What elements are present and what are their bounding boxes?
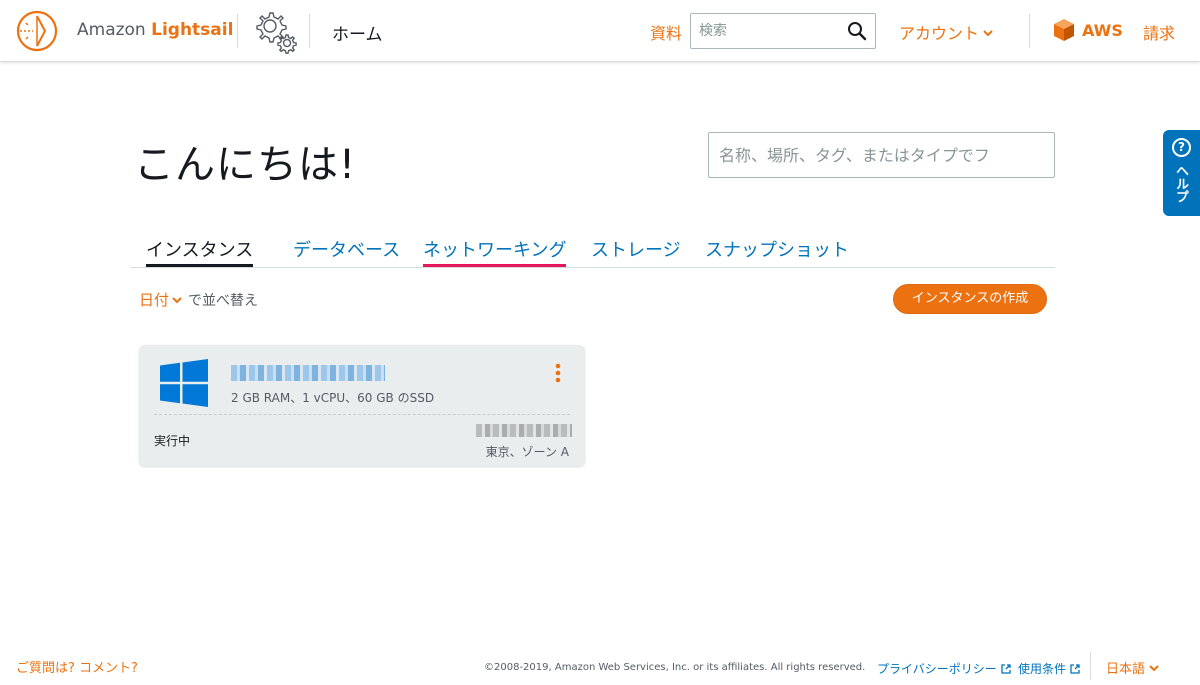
- instance-name-redacted[interactable]: [231, 365, 385, 381]
- brand-product: Lightsail: [151, 20, 234, 40]
- tab-networking[interactable]: ネットワーキング: [423, 236, 567, 267]
- billing-link[interactable]: 請求: [1143, 20, 1175, 44]
- docs-link[interactable]: 資料: [650, 20, 682, 44]
- brand-name[interactable]: Amazon Lightsail: [77, 20, 233, 40]
- aws-console-link[interactable]: AWS: [1052, 18, 1123, 42]
- card-divider: [154, 414, 570, 415]
- aws-label: AWS: [1082, 21, 1123, 40]
- header-search-box: [690, 13, 876, 49]
- chevron-down-icon: [1149, 665, 1159, 672]
- tab-storage[interactable]: ストレージ: [591, 236, 681, 267]
- instance-region: 東京、ゾーン A: [485, 445, 569, 459]
- instance-spec: 2 GB RAM、1 vCPU、60 GB のSSD: [231, 391, 435, 405]
- external-link-icon: [1001, 664, 1011, 674]
- account-menu[interactable]: アカウント: [899, 20, 993, 44]
- instance-card[interactable]: 2 GB RAM、1 vCPU、60 GB のSSD 実行中 東京、ゾーン A: [139, 345, 585, 466]
- brand-prefix: Amazon: [77, 20, 152, 40]
- resource-filter-input[interactable]: [709, 133, 1054, 177]
- top-navigation-bar: Amazon Lightsail ホーム 資料 アカウント AWS 請求: [0, 0, 1200, 62]
- help-panel-tab[interactable]: ? ヘルプ: [1163, 130, 1200, 216]
- divider: [1029, 14, 1030, 48]
- terms-of-use-link[interactable]: 使用条件: [1018, 660, 1080, 677]
- privacy-policy-link[interactable]: プライバシーポリシー: [877, 660, 1011, 677]
- header-search-input[interactable]: [691, 14, 841, 48]
- divider: [237, 14, 238, 48]
- resource-filter-box: [708, 132, 1055, 178]
- tab-databases[interactable]: データベース: [293, 236, 400, 267]
- question-icon: ?: [1172, 138, 1191, 157]
- aws-cube-icon: [1054, 19, 1074, 41]
- create-instance-button[interactable]: インスタンスの作成: [893, 284, 1047, 314]
- feedback-link[interactable]: ご質問は? コメント?: [16, 657, 138, 676]
- instance-status: 実行中: [154, 434, 191, 448]
- page-title: こんにちは!: [134, 142, 357, 188]
- language-label: 日本語: [1106, 662, 1146, 677]
- language-selector[interactable]: 日本語: [1106, 658, 1159, 677]
- chevron-down-icon: [983, 30, 993, 37]
- home-link[interactable]: ホーム: [332, 20, 383, 45]
- terms-label: 使用条件: [1018, 662, 1067, 676]
- footer-divider: [1090, 652, 1091, 680]
- instance-ip-redacted: [476, 424, 572, 437]
- windows-logo-icon: [160, 359, 208, 407]
- sort-key-dropdown[interactable]: 日付: [139, 291, 169, 309]
- gear-icon[interactable]: [250, 8, 300, 54]
- sort-control: 日付 で並べ替え: [139, 289, 258, 310]
- copyright-text: ©2008-2019, Amazon Web Services, Inc. or…: [484, 662, 866, 673]
- help-label: ヘルプ: [1173, 164, 1188, 203]
- kebab-menu-icon[interactable]: [552, 362, 564, 384]
- sort-label: で並べ替え: [188, 293, 259, 309]
- tab-snapshots[interactable]: スナップショット: [705, 236, 849, 267]
- account-label: アカウント: [899, 24, 980, 43]
- external-link-icon: [1070, 664, 1080, 674]
- resource-tabs: インスタンス データベース ネットワーキング ストレージ スナップショット: [131, 230, 1055, 268]
- search-icon[interactable]: [847, 21, 867, 41]
- privacy-label: プライバシーポリシー: [877, 662, 997, 676]
- tab-instances[interactable]: インスタンス: [146, 236, 254, 267]
- chevron-down-icon[interactable]: [172, 295, 182, 305]
- divider: [309, 14, 310, 48]
- lightsail-logo-icon[interactable]: [16, 10, 58, 52]
